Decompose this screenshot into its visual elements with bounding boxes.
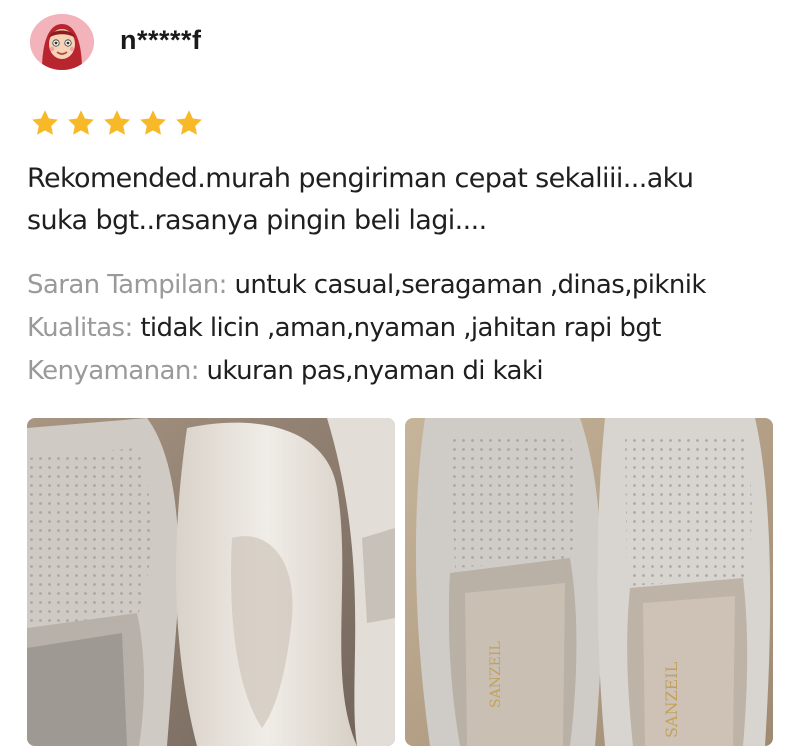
review-text: Rekomended.murah pengiriman cepat sekali… xyxy=(27,158,787,242)
shoe-photo-image xyxy=(27,418,395,746)
star-icon xyxy=(104,110,130,135)
user-avatar[interactable] xyxy=(30,14,94,70)
attribute-kualitas: Kualitas: tidak licin ,aman,nyaman ,jahi… xyxy=(27,307,797,350)
review-photo-1[interactable] xyxy=(27,418,395,746)
attribute-label: Saran Tampilan: xyxy=(27,270,227,300)
attribute-saran-tampilan: Saran Tampilan: untuk casual,seragaman ,… xyxy=(27,264,797,307)
star-icon xyxy=(68,110,94,135)
review-header: n*****f xyxy=(30,14,202,70)
review-attributes: Saran Tampilan: untuk casual,seragaman ,… xyxy=(27,264,797,393)
attribute-label: Kualitas: xyxy=(27,313,133,343)
attribute-kenyamanan: Kenyamanan: ukuran pas,nyaman di kaki xyxy=(27,350,797,393)
review-photos: SANZEIL SANZEIL xyxy=(27,418,773,746)
reviewer-username: n*****f xyxy=(120,24,202,55)
review-photo-2[interactable]: SANZEIL SANZEIL xyxy=(405,418,773,746)
star-icon xyxy=(140,110,166,135)
review-text-line-2: suka bgt..rasanya pingin beli lagi.... xyxy=(27,205,487,236)
review-text-line-1: Rekomended.murah pengiriman cepat sekali… xyxy=(27,163,694,194)
attribute-label: Kenyamanan: xyxy=(27,356,199,386)
insole-brand-text-left: SANZEIL xyxy=(488,641,504,708)
shoes-pair-photo-image: SANZEIL SANZEIL xyxy=(405,418,773,746)
star-icon xyxy=(32,110,58,135)
attribute-value: untuk casual,seragaman ,dinas,piknik xyxy=(234,270,706,300)
attribute-value: ukuran pas,nyaman di kaki xyxy=(206,356,544,386)
star-rating xyxy=(30,108,204,138)
attribute-value: tidak licin ,aman,nyaman ,jahitan rapi b… xyxy=(140,313,661,343)
avatar-hijab-icon xyxy=(30,14,94,70)
star-icon xyxy=(176,110,202,135)
insole-brand-text-right: SANZEIL xyxy=(662,661,681,738)
